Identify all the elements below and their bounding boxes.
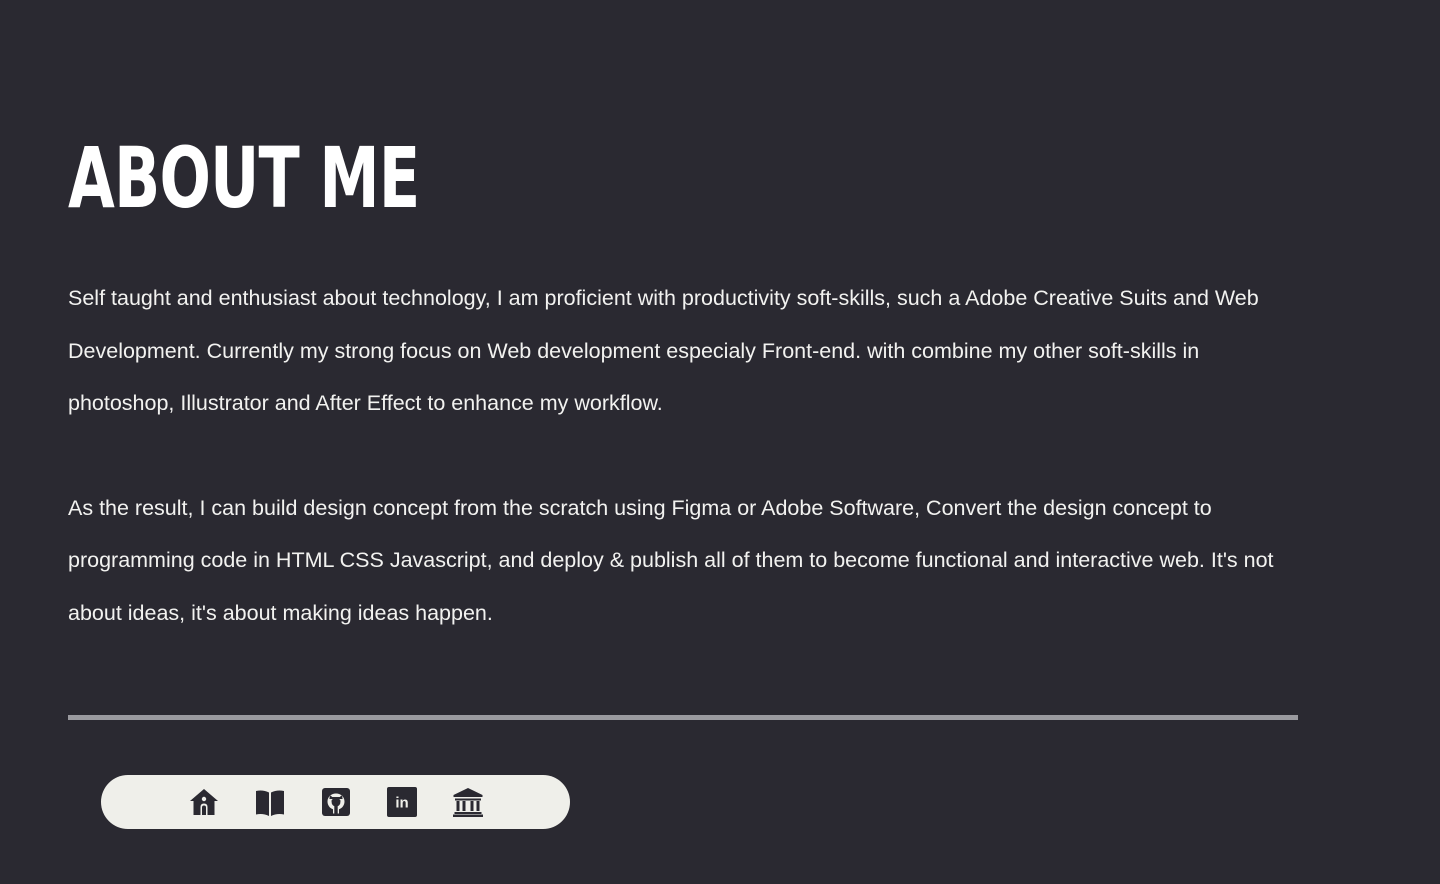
about-section: ABOUT ME Self taught and enthusiast abou… bbox=[68, 128, 1300, 639]
home-link[interactable] bbox=[185, 783, 223, 821]
book-link[interactable] bbox=[251, 783, 289, 821]
about-text: Self taught and enthusiast about technol… bbox=[68, 272, 1300, 639]
home-icon bbox=[190, 789, 218, 815]
github-link[interactable] bbox=[317, 783, 355, 821]
dock-nav: in bbox=[101, 775, 570, 829]
about-paragraph-1: Self taught and enthusiast about technol… bbox=[68, 286, 1259, 415]
about-paragraph-2: As the result, I can build design concep… bbox=[68, 495, 1274, 625]
linkedin-link[interactable]: in bbox=[383, 783, 421, 821]
linkedin-icon: in bbox=[387, 787, 417, 817]
bank-icon bbox=[453, 788, 483, 817]
github-icon bbox=[322, 788, 350, 816]
linkedin-icon-text: in bbox=[395, 795, 408, 812]
bank-link[interactable] bbox=[449, 783, 487, 821]
book-icon bbox=[256, 790, 284, 816]
page-title: ABOUT ME bbox=[68, 129, 420, 227]
section-divider bbox=[68, 715, 1298, 720]
